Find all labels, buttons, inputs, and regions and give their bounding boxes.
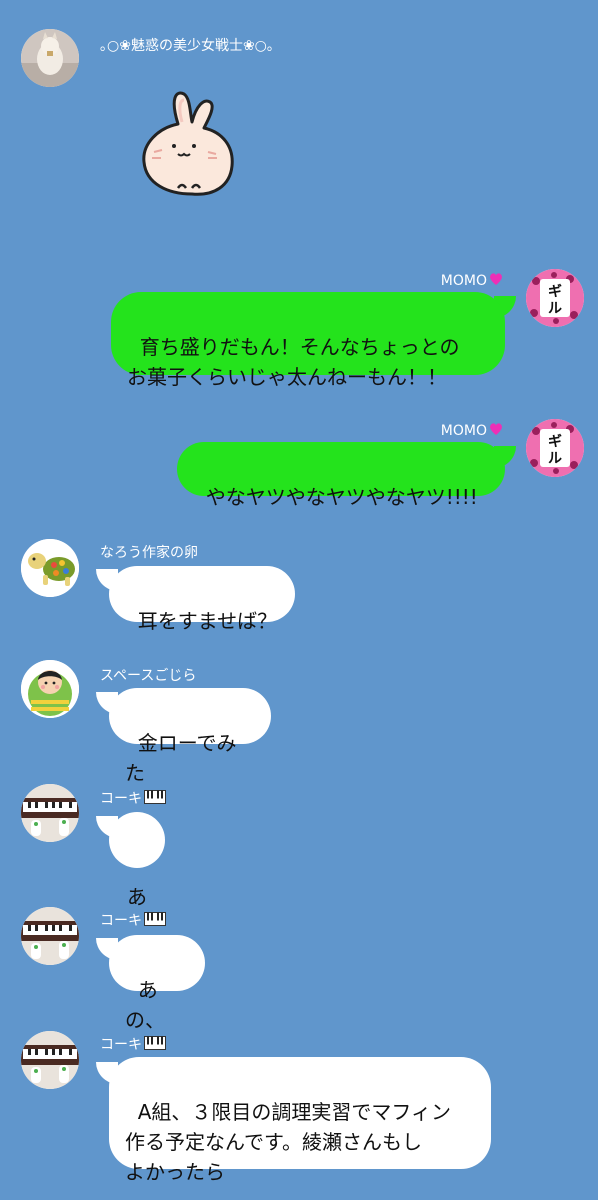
sender-name: なろう作家の卵 (100, 545, 198, 561)
heart-icon (490, 423, 502, 435)
message-bubble[interactable]: あの、 (109, 935, 205, 1032)
cat-figurine-avatar[interactable] (21, 29, 79, 87)
sender-name: MOMO (441, 421, 504, 440)
gyaru-avatar[interactable]: ギ ル (526, 269, 584, 327)
piano-icon (144, 912, 166, 926)
svg-text:ギ: ギ (548, 433, 562, 450)
sender-name: コーキ (100, 912, 166, 930)
piano-avatar[interactable] (21, 1031, 79, 1089)
sender-name: MOMO (441, 271, 504, 290)
svg-text:ギ: ギ (548, 283, 562, 300)
svg-text:ル: ル (548, 301, 562, 317)
piano-icon (144, 1036, 166, 1050)
heart-icon (490, 273, 502, 285)
svg-text:ル: ル (548, 451, 562, 467)
message-bubble[interactable]: あ (109, 812, 165, 909)
sender-name: スペースごじら (100, 668, 197, 684)
message-bubble[interactable]: 耳をすませば？ (109, 566, 295, 633)
sender-name: コーキ (100, 1036, 166, 1054)
daruma-avatar[interactable] (21, 660, 79, 718)
sender-name: コーキ (100, 790, 166, 808)
piano-icon (144, 790, 166, 804)
piano-avatar[interactable] (21, 907, 79, 965)
message-bubble[interactable]: 育ち盛りだもん！そんなちょっとの お菓子くらいじゃ太んねーもん！！ (111, 292, 505, 389)
message-bubble[interactable]: 金ローでみた (109, 688, 271, 785)
sender-name: ｡○❀魅惑の美少女戦士❀○｡ (100, 38, 274, 54)
message-bubble[interactable]: A組、３限目の調理実習でマフィン 作る予定なんです。綾瀬さんもし よかったら (109, 1057, 491, 1184)
piano-avatar[interactable] (21, 784, 79, 842)
turtle-avatar[interactable] (21, 539, 79, 597)
gyaru-avatar[interactable]: ギ ル (526, 419, 584, 477)
rabbit-sticker[interactable] (138, 88, 240, 202)
message-bubble[interactable]: やなヤツやなヤツやなヤツ!!!! (177, 442, 505, 509)
